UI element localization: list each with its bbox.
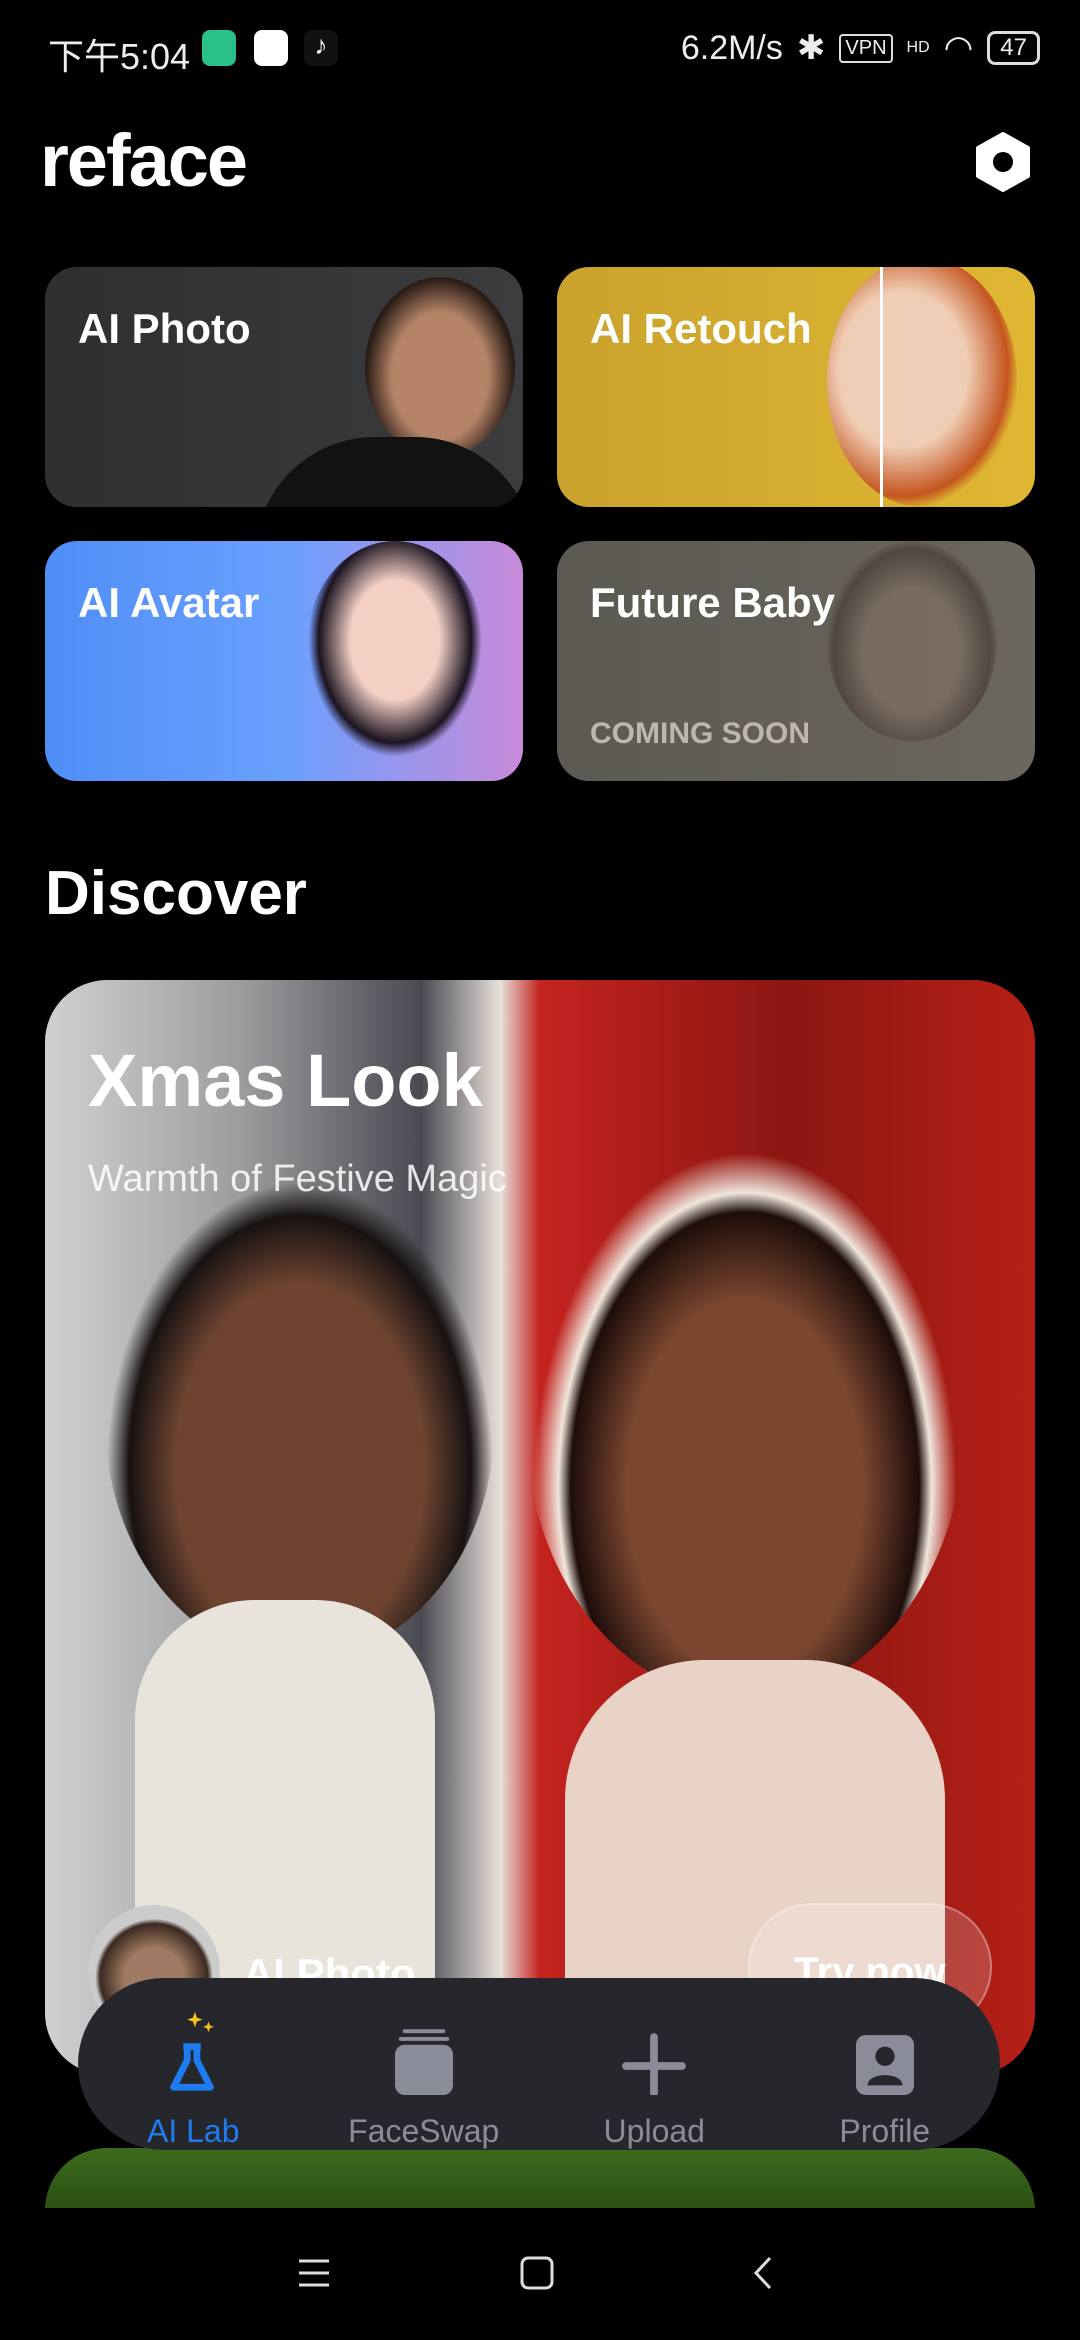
bluetooth-icon: ✱	[796, 29, 826, 67]
featured-title: Xmas Look	[88, 1039, 483, 1122]
ai-avatar-image	[305, 541, 485, 761]
after-photo	[525, 1140, 965, 1700]
nav-label: FaceSwap	[348, 2113, 500, 2149]
tool-card-future-baby[interactable]: Future Baby COMING SOON	[557, 541, 1035, 781]
tool-label: AI Retouch	[590, 305, 812, 352]
settings-icon[interactable]	[973, 132, 1033, 192]
tool-label: AI Avatar	[78, 579, 260, 626]
tool-card-ai-avatar[interactable]: AI Avatar	[45, 541, 523, 781]
plus-icon	[622, 2033, 687, 2095]
home-icon[interactable]	[520, 2256, 554, 2290]
tool-label: Future Baby	[590, 579, 836, 626]
card-stack-icon	[394, 2029, 453, 2095]
flask-sparkle-icon	[170, 2011, 215, 2091]
nav-faceswap[interactable]: FaceSwap	[309, 1978, 540, 2150]
tool-card-ai-retouch[interactable]: AI Retouch	[557, 267, 1035, 507]
featured-subtitle: Warmth of Festive Magic	[88, 1158, 507, 1200]
tool-card-ai-photo[interactable]: AI Photo	[45, 267, 523, 507]
ai-photo-image	[365, 277, 515, 457]
before-photo	[105, 1180, 495, 1660]
shield-app-icon	[202, 30, 236, 66]
nav-label: Profile	[839, 2113, 931, 2149]
profile-icon	[855, 2035, 914, 2095]
menu-icon[interactable]	[297, 2258, 331, 2288]
nav-label: AI Lab	[146, 2113, 240, 2149]
network-speed: 6.2M/s	[680, 28, 783, 67]
wifi-icon: ◠	[943, 29, 974, 67]
future-baby-image	[827, 541, 997, 741]
nav-profile[interactable]: Profile	[770, 1978, 1001, 2150]
signal-icon: HD	[906, 39, 930, 56]
system-nav-bar	[0, 2208, 1080, 2340]
nav-upload[interactable]: Upload	[539, 1978, 770, 2150]
coming-soon-badge: COMING SOON	[590, 717, 811, 750]
cat-app-icon	[254, 30, 288, 66]
nav-ai-lab[interactable]: AI Lab	[78, 1978, 309, 2150]
vpn-icon: VPN	[839, 33, 893, 63]
status-bar: 下午5:04 ♪ 6.2M/s ✱ VPN HD ◠ 47	[0, 0, 1080, 96]
back-icon[interactable]	[752, 2256, 774, 2290]
status-time: 下午5:04	[48, 36, 191, 77]
bottom-nav: AI Lab FaceSwap Upload Profile	[78, 1978, 1000, 2150]
discover-heading: Discover	[45, 859, 307, 928]
ai-retouch-image	[827, 267, 1017, 507]
tool-label: AI Photo	[78, 305, 251, 352]
nav-label: Upload	[603, 2113, 705, 2149]
tiktok-icon: ♪	[304, 30, 338, 66]
battery-icon: 47	[987, 31, 1040, 65]
app-logo: reface	[40, 119, 248, 202]
